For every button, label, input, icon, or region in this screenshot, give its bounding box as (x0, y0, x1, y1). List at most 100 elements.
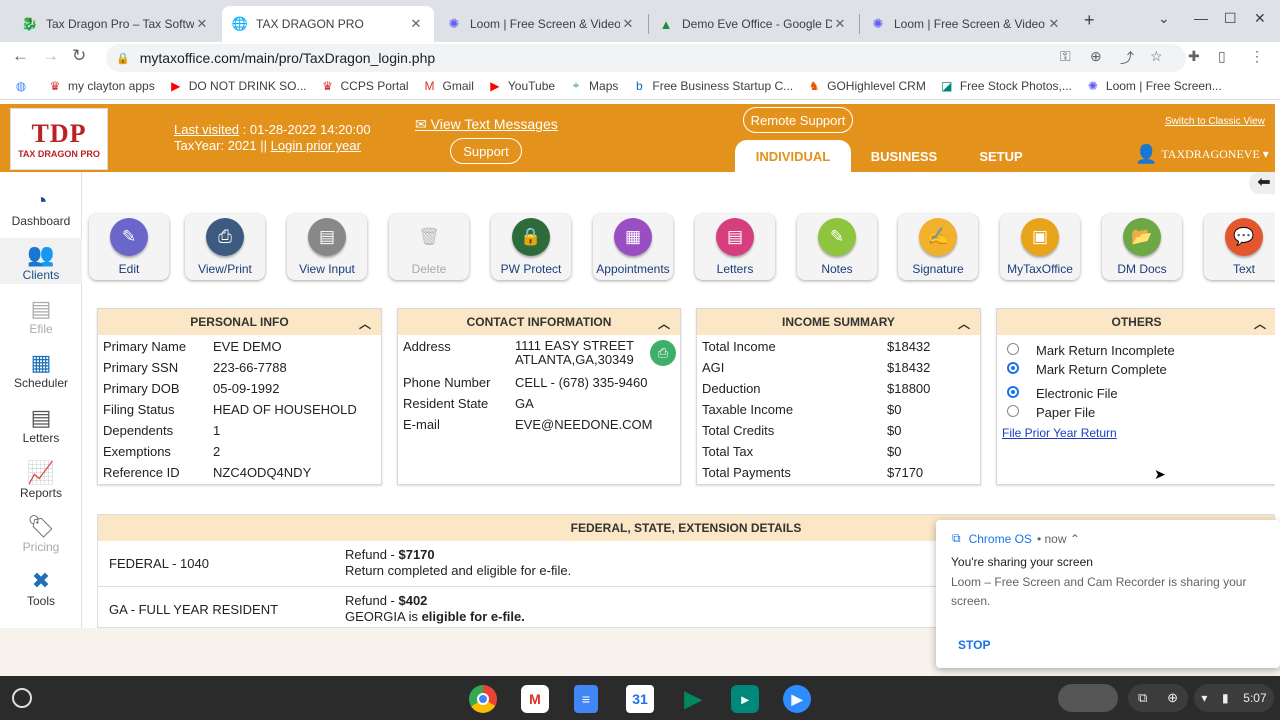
chevron-up-icon[interactable]: ︿ (658, 315, 670, 332)
pw-protect-button[interactable]: 🔒 PW Protect (491, 214, 571, 280)
letters-button[interactable]: ▤ Letters (695, 214, 775, 280)
bookmark-item[interactable]: b Free Business Startup C... (632, 79, 793, 93)
minimize-icon[interactable]: — (1194, 10, 1208, 26)
tab-setup[interactable]: SETUP (966, 140, 1036, 172)
new-tab-button[interactable]: + (1084, 10, 1095, 31)
sidebar-item-scheduler[interactable]: ▦ Scheduler (0, 350, 82, 390)
forward-icon[interactable]: → (42, 46, 59, 66)
dm-docs-button[interactable]: 📂 DM Docs (1102, 214, 1182, 280)
maps-icon: ⌖ (572, 78, 580, 92)
docs-icon[interactable]: ≡ (574, 685, 598, 713)
close-icon[interactable]: ✕ (194, 16, 210, 32)
switch-classic-view-link[interactable]: Switch to Classic View (1165, 116, 1265, 127)
address-bar[interactable]: 🔒 mytaxoffice.com/main/pro/TaxDragon_log… (106, 44, 1186, 72)
status-area[interactable]: ▾ ▮ 5:07 (1194, 684, 1274, 712)
tab-tax-dragon-software[interactable]: 🐉 Tax Dragon Pro – Tax Softwa ✕ (12, 6, 220, 42)
tab-title: Loom | Free Screen & Video Re (470, 17, 620, 31)
bookmark-item[interactable]: ◪ Free Stock Photos,... (940, 79, 1072, 93)
bookmark-item[interactable]: ▶ YouTube (488, 79, 555, 93)
back-icon[interactable]: ← (12, 46, 29, 66)
tab-google-drive[interactable]: ▲ Demo Eve Office - Google Driv ✕ (648, 6, 858, 42)
bookmark-item[interactable]: ▶ DO NOT DRINK SO... (169, 79, 306, 93)
support-button[interactable]: Support (450, 138, 522, 164)
screen-sharing-notification: ⧉ Chrome OS • now ⌃ You're sharing your … (936, 520, 1280, 668)
chevron-up-icon[interactable]: ︿ (1254, 315, 1266, 332)
close-icon[interactable]: ✕ (832, 16, 848, 32)
close-icon[interactable]: ✕ (620, 16, 636, 32)
paper-file-radio[interactable] (1007, 405, 1019, 417)
sidebar-item-letters[interactable]: ▤ Letters (0, 405, 82, 445)
tab-loom-2[interactable]: ✺ Loom | Free Screen & Video Re ✕ (860, 6, 1072, 42)
zoom-icon[interactable]: ▶ (783, 685, 811, 713)
sidebar-item-clients[interactable]: 👥 Clients (0, 238, 82, 284)
bookmark-item[interactable]: ✺ Loom | Free Screen... (1086, 79, 1222, 93)
mark-complete-radio[interactable] (1007, 362, 1019, 374)
bookmark-item[interactable]: ♞ GOHighlevel CRM (807, 79, 926, 93)
chrome-icon[interactable] (469, 685, 497, 713)
appointments-button[interactable]: ▦ Appointments (593, 214, 673, 280)
print-address-icon[interactable]: ⎙ (650, 340, 676, 366)
bookmark-label: CCPS Portal (340, 78, 409, 93)
play-store-icon[interactable]: ▶ (679, 685, 707, 713)
user-menu[interactable]: 👤 TAXDRAGONEVE ▾ (1135, 144, 1269, 165)
tab-search-icon[interactable]: ⌄ (1158, 10, 1170, 27)
chevron-up-icon[interactable]: ︿ (359, 315, 371, 332)
tab-loom-1[interactable]: ✺ Loom | Free Screen & Video Re ✕ (436, 6, 646, 42)
signature-button[interactable]: ✍ Signature (898, 214, 978, 280)
sidebar-item-tools[interactable]: ✖ Tools (0, 568, 82, 608)
edit-button[interactable]: ✎ Edit (89, 214, 169, 280)
mark-incomplete-radio[interactable] (1007, 343, 1019, 355)
last-visited-link[interactable]: Last visited (174, 122, 239, 137)
sidebar-item-reports[interactable]: 📈 Reports (0, 460, 82, 500)
star-icon[interactable]: ☆ (1150, 48, 1163, 65)
sidebar-item-dashboard[interactable]: ◔ Dashboard (0, 188, 82, 228)
meet-icon[interactable]: ▸ (731, 685, 759, 713)
side-panel-icon[interactable]: ▯ (1218, 48, 1226, 65)
delete-button[interactable]: 🗑 Delete (389, 214, 469, 280)
maximize-icon[interactable]: ☐ (1224, 10, 1237, 27)
extensions-icon[interactable]: ✚ (1188, 48, 1200, 65)
bookmark-item[interactable]: ♛ CCPS Portal (321, 78, 409, 93)
notes-button[interactable]: ✎ Notes (797, 214, 877, 280)
tdp-logo[interactable]: TDP TAX DRAGON PRO (10, 108, 108, 170)
view-print-button[interactable]: ⎙ View/Print (185, 214, 265, 280)
close-icon[interactable]: ✕ (1046, 16, 1062, 32)
stop-sharing-button[interactable]: STOP (958, 638, 990, 652)
bookmark-apps[interactable]: ◍ (14, 79, 34, 93)
chevron-up-icon[interactable]: ︿ (958, 315, 970, 332)
zoom-icon[interactable]: ⊕ (1090, 48, 1102, 65)
file-prior-year-link[interactable]: File Prior Year Return (1002, 426, 1117, 440)
calendar-icon: ▦ (614, 218, 652, 256)
collapse-arrow-icon[interactable]: ⬅ (1249, 172, 1275, 194)
electronic-file-radio[interactable] (1007, 386, 1019, 398)
sidebar-item-pricing[interactable]: 🏷 Pricing (0, 514, 82, 554)
remote-support-button[interactable]: Remote Support (743, 107, 853, 133)
login-prior-year-link[interactable]: Login prior year (271, 138, 361, 153)
key-icon[interactable]: ⚿ (1060, 48, 1071, 65)
field-value: $18432 (887, 339, 931, 354)
view-input-button[interactable]: ▤ View Input (287, 214, 367, 280)
tab-tax-dragon-pro[interactable]: 🌐 TAX DRAGON PRO ✕ (222, 6, 434, 42)
tote-thumbnail[interactable] (1058, 684, 1118, 712)
tab-business[interactable]: BUSINESS (862, 140, 946, 172)
close-window-icon[interactable]: ✕ (1254, 10, 1266, 27)
lock-icon[interactable]: 🔒 (116, 52, 130, 65)
calendar-icon[interactable]: 31 (626, 685, 654, 713)
bookmark-item[interactable]: ♛ my clayton apps (48, 79, 155, 93)
menu-icon[interactable]: ⋮ (1250, 48, 1264, 65)
reload-icon[interactable]: ↻ (72, 46, 86, 66)
tab-individual[interactable]: INDIVIDUAL (735, 140, 851, 172)
system-tray-tools[interactable]: ⧉ ⊕ (1128, 684, 1188, 712)
sidebar-item-efile[interactable]: ▤ Efile (0, 296, 82, 336)
text-button[interactable]: 💬 Text (1204, 214, 1275, 280)
field-value: 05-09-1992 (213, 381, 280, 396)
close-icon[interactable]: ✕ (408, 16, 424, 32)
launcher-icon[interactable] (12, 688, 32, 708)
bookmark-item[interactable]: ⌖ Maps (569, 78, 619, 93)
gmail-icon[interactable]: M (521, 685, 549, 713)
mytaxoffice-button[interactable]: ▣ MyTaxOffice (1000, 214, 1080, 280)
bookmark-item[interactable]: M Gmail (423, 79, 474, 93)
view-text-messages-link[interactable]: ✉ View Text Messages (415, 116, 558, 133)
share-icon[interactable]: ⤴ (1120, 48, 1134, 68)
field-value: $7170 (887, 465, 924, 480)
